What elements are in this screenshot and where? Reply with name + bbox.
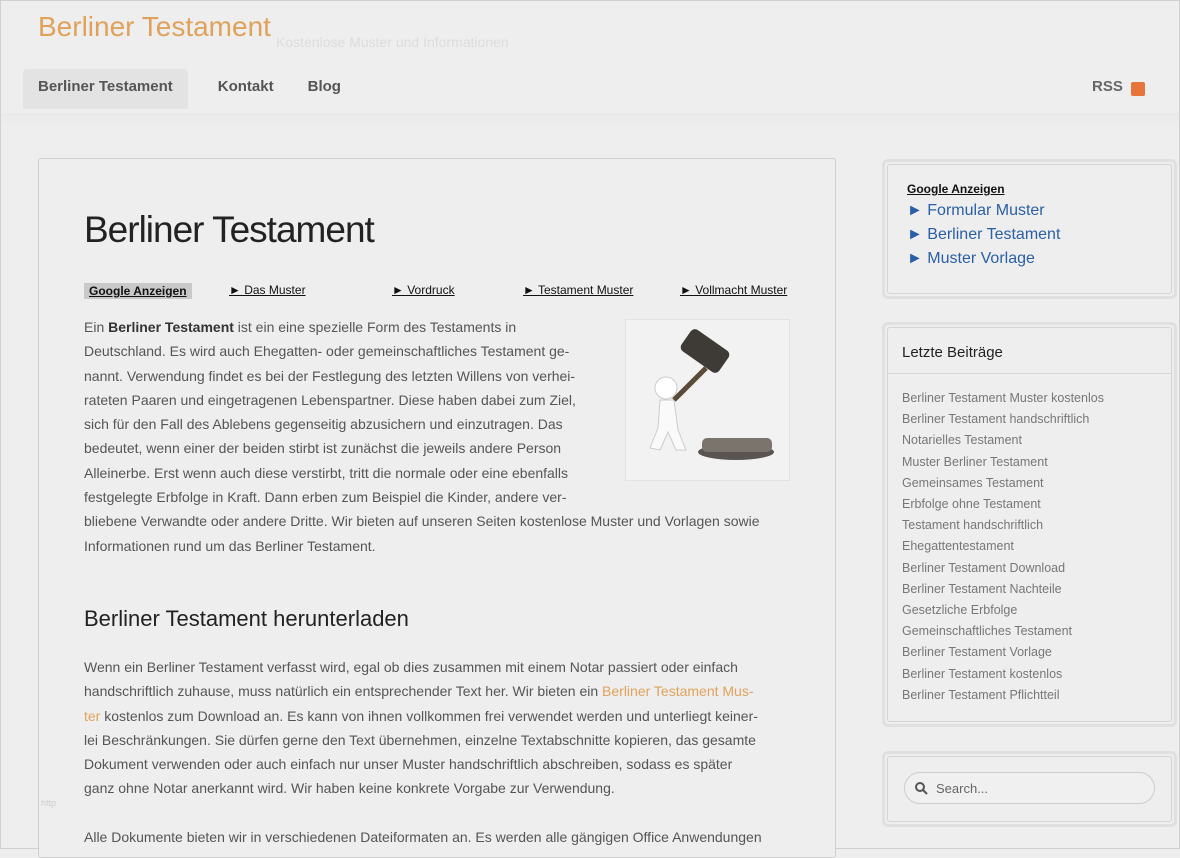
- intro-text: nannt. Verwendung findet es bei der Fest…: [84, 368, 575, 384]
- main-content: Berliner Testament Google Anzeigen ► Das…: [38, 158, 836, 858]
- search-input[interactable]: Search...: [904, 772, 1155, 804]
- intro-bold: Berliner Testament: [108, 319, 234, 335]
- recent-post-link[interactable]: Berliner Testament Vorlage: [902, 642, 1157, 663]
- recent-post-link[interactable]: Berliner Testament kostenlos: [902, 664, 1157, 685]
- intro-text: bliebene Verwandte oder andere Dritte. W…: [84, 513, 760, 529]
- recent-post-link[interactable]: Erbfolge ohne Testament: [902, 494, 1157, 515]
- ad-link[interactable]: ► Das Muster: [229, 283, 306, 297]
- text: handschriftlich zuhause, muss natürlich …: [84, 683, 602, 699]
- recent-posts-title: Letzte Beiträge: [888, 328, 1171, 374]
- sidebar-ad-link[interactable]: ► Muster Vorlage: [907, 247, 1171, 271]
- recent-post-link[interactable]: Gesetzliche Erbfolge: [902, 600, 1157, 621]
- text: ganz ohne Notar anerkannt wird. Wir habe…: [84, 780, 615, 796]
- intro-text: bedeutet, wenn einer der beiden stirbt i…: [84, 440, 561, 456]
- google-ads-label: Google Anzeigen: [84, 283, 192, 299]
- main-nav: Berliner Testament Kontakt Blog: [23, 69, 353, 109]
- intro-text: festgelegte Erbfolge in Kraft. Dann erbe…: [84, 489, 567, 505]
- recent-posts-widget: Letzte Beiträge Berliner Testament Muste…: [882, 322, 1177, 727]
- recent-post-link[interactable]: Testament handschriftlich: [902, 515, 1157, 536]
- nav-kontakt[interactable]: Kontakt: [188, 69, 296, 109]
- muster-link[interactable]: ter: [84, 708, 100, 724]
- rss-icon: [1131, 82, 1145, 96]
- download-paragraph: Wenn ein Berliner Testament verfasst wir…: [84, 655, 758, 801]
- section-heading: Berliner Testament herunterladen: [84, 606, 409, 632]
- site-title[interactable]: Berliner Testament: [38, 11, 271, 43]
- nav-berliner-testament[interactable]: Berliner Testament: [23, 69, 188, 109]
- intro-text: rateten Paaren und eingetragenen Lebensp…: [84, 392, 576, 408]
- nav-blog[interactable]: Blog: [296, 69, 353, 109]
- intro-paragraph: Ein Berliner Testament ist ein eine spez…: [84, 315, 604, 558]
- sidebar-ad-link[interactable]: ► Berliner Testament: [907, 223, 1171, 247]
- text: Wenn ein Berliner Testament verfasst wir…: [84, 659, 738, 675]
- gavel-figure-image: [625, 319, 790, 481]
- ad-link[interactable]: ► Testament Muster: [523, 283, 633, 297]
- intro-text: ist ein eine spezielle Form des Testamen…: [234, 319, 516, 335]
- formats-paragraph: Alle Dokumente bieten wir in verschieden…: [84, 825, 762, 849]
- intro-text: sich für den Fall des Ablebens gegenseit…: [84, 416, 563, 432]
- page-title: Berliner Testament: [84, 209, 374, 251]
- ad-link[interactable]: ► Vollmacht Muster: [680, 283, 787, 297]
- recent-post-link[interactable]: Muster Berliner Testament: [902, 452, 1157, 473]
- intro-text: Ein: [84, 319, 108, 335]
- recent-post-link[interactable]: Gemeinschaftliches Testament: [902, 621, 1157, 642]
- recent-post-link[interactable]: Berliner Testament Muster kostenlos: [902, 388, 1157, 409]
- sidebar-ad-link[interactable]: ► Formular Muster: [907, 199, 1171, 223]
- text: Dokument verwenden oder auch einfach nur…: [84, 756, 732, 772]
- recent-post-link[interactable]: Berliner Testament Nachteile: [902, 579, 1157, 600]
- search-placeholder: Search...: [936, 781, 988, 796]
- recent-post-link[interactable]: Notarielles Testament: [902, 430, 1157, 451]
- muster-link[interactable]: Berliner Testament Mus-: [602, 683, 753, 699]
- recent-post-link[interactable]: Berliner Testament Pflichtteil: [902, 685, 1157, 706]
- header-divider: [1, 113, 1179, 125]
- tagline: Kostenlose Muster und Informationen: [276, 34, 509, 50]
- rss-link[interactable]: RSS: [1092, 78, 1145, 95]
- intro-text: Deutschland. Es wird auch Ehegatten- ode…: [84, 343, 569, 359]
- search-widget: Search...: [882, 751, 1177, 827]
- sidebar-ads-widget: Google Anzeigen ► Formular Muster ► Berl…: [882, 159, 1177, 299]
- text: lei Beschränkungen. Sie dürfen gerne den…: [84, 732, 756, 748]
- recent-post-link[interactable]: Ehegattentestament: [902, 536, 1157, 557]
- rss-label: RSS: [1092, 78, 1123, 95]
- ad-link[interactable]: ► Vordruck: [392, 283, 455, 297]
- intro-text: Informationen rund um das Berliner Testa…: [84, 538, 376, 554]
- recent-post-link[interactable]: Berliner Testament Download: [902, 558, 1157, 579]
- search-icon: [915, 782, 928, 795]
- faint-text: http: [41, 798, 56, 808]
- intro-text: Alleinerbe. Erst wenn auch diese verstir…: [84, 465, 568, 481]
- recent-post-link[interactable]: Gemeinsames Testament: [902, 473, 1157, 494]
- google-ads-label: Google Anzeigen: [907, 182, 1171, 196]
- text: kostenlos zum Download an. Es kann von i…: [100, 708, 758, 724]
- recent-post-link[interactable]: Berliner Testament handschriftlich: [902, 409, 1157, 430]
